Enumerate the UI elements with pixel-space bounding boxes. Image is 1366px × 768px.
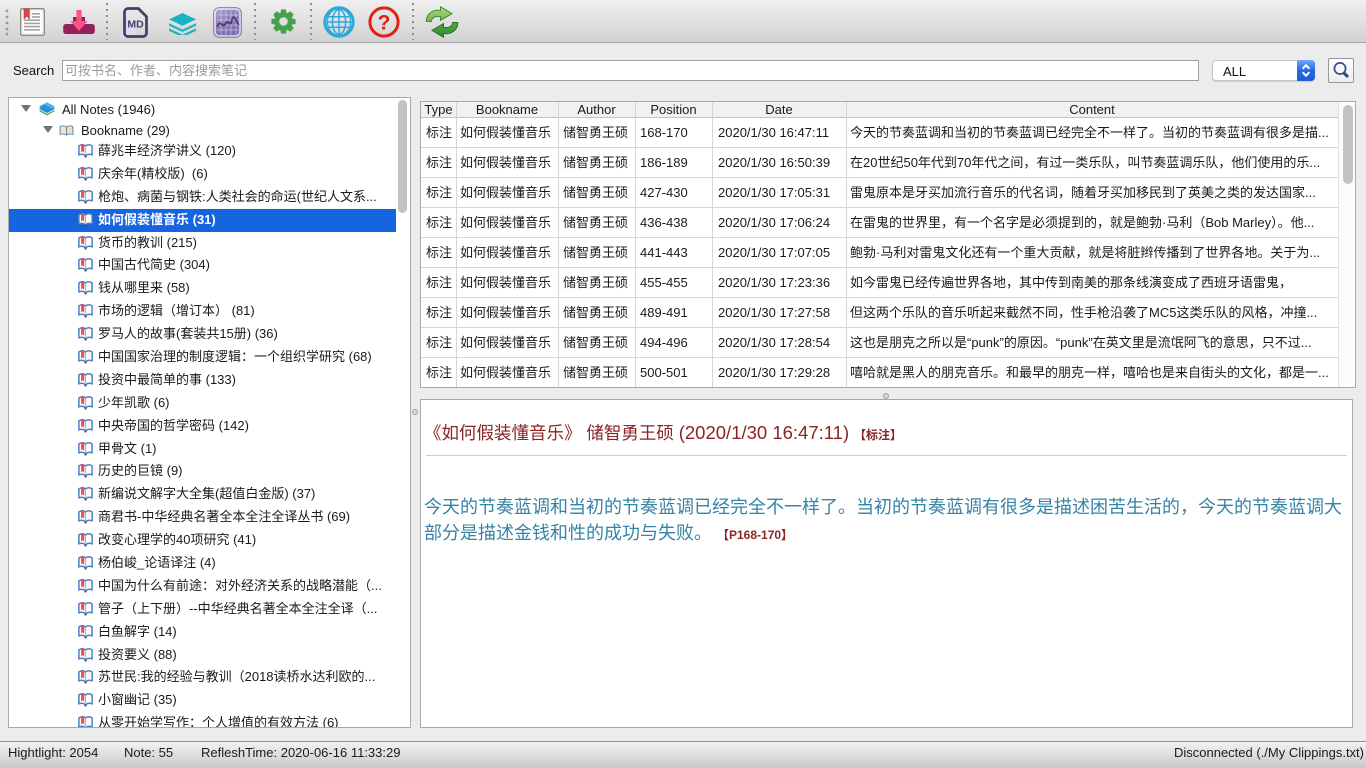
svg-text:MD: MD [127,19,144,31]
svg-text:?: ? [378,12,391,35]
